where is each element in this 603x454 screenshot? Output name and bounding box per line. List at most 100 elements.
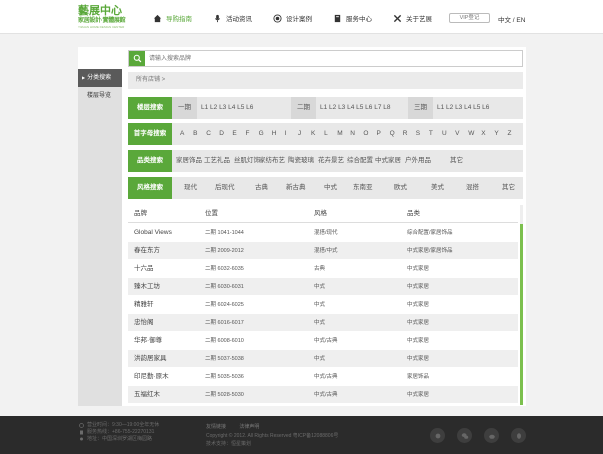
table-row[interactable]: 忠怡阁 二期 6016-6017 中式 中式家居 (128, 314, 518, 332)
letter-option[interactable]: G (259, 123, 264, 145)
nav-item-shopping-guide[interactable]: 导购指南 (153, 11, 192, 25)
table-row[interactable]: 洪韵居家具 二期 5037-5038 中式 中式家居 (128, 350, 518, 368)
letter-option[interactable]: O (363, 123, 368, 145)
category-option[interactable]: 家纺布艺 (259, 150, 285, 172)
column-header-category: 品类 (407, 210, 420, 217)
phase-levels[interactable]: L1 L2 L3 L4 L5 L6 L7 L8 (320, 97, 390, 119)
table-row[interactable]: 臻木工坊 二期 6030-6031 中式 中式家居 (128, 278, 518, 296)
style-option[interactable]: 其它 (502, 177, 515, 199)
letter-option[interactable]: T (429, 123, 433, 145)
letter-option[interactable]: M (337, 123, 342, 145)
letter-option[interactable]: X (481, 123, 485, 145)
letter-option[interactable]: E (232, 123, 236, 145)
style-option[interactable]: 后现代 (215, 177, 235, 199)
cell-brand[interactable]: Global Views (134, 224, 172, 242)
sidebar-item-category-search[interactable]: ▶ 分类搜索 (78, 69, 122, 87)
letter-option[interactable]: L (324, 123, 328, 145)
language-switch[interactable]: 中文 / EN (498, 14, 525, 24)
search-icon[interactable] (129, 51, 145, 66)
cell-brand[interactable]: 五福红木 (134, 386, 160, 404)
category-option[interactable]: 陶瓷玻璃 (288, 150, 314, 172)
category-option[interactable]: 工艺礼品 (204, 150, 230, 172)
site-logo[interactable]: 藝展中心 家居設計·實體展館 YIZHAN HOME DESIGN CENTER (78, 5, 132, 31)
qq-icon[interactable] (511, 428, 526, 443)
scrollbar-thumb[interactable] (520, 224, 523, 405)
vip-register-button[interactable]: VIP登记 (449, 13, 490, 23)
phase-label[interactable]: 三期 (408, 97, 433, 119)
phase-label[interactable]: 一期 (172, 97, 197, 119)
letter-option[interactable]: U (442, 123, 447, 145)
nav-item-about[interactable]: 关于艺展 (393, 11, 432, 25)
phase-levels[interactable]: L1 L2 L3 L4 L5 L6 (437, 97, 489, 119)
style-option[interactable]: 中式 (324, 177, 337, 199)
letter-option[interactable]: B (193, 123, 197, 145)
cell-brand[interactable]: 忠怡阁 (134, 314, 154, 332)
footer-link-friends[interactable]: 友情链接 (206, 424, 226, 430)
style-option[interactable]: 东南亚 (353, 177, 373, 199)
style-option[interactable]: 古典 (255, 177, 268, 199)
letter-option[interactable]: R (403, 123, 408, 145)
microphone-icon (213, 14, 222, 23)
category-option[interactable]: 花卉景艺 (318, 150, 344, 172)
table-row[interactable]: 华邦·御尊 二期 6008-6010 中式/古典 中式家居 (128, 332, 518, 350)
style-option[interactable]: 混搭 (466, 177, 479, 199)
table-row[interactable]: 五福红木 二期 5028-5030 中式/古典 中式家居 (128, 386, 518, 404)
category-option[interactable]: 综合配置 (347, 150, 373, 172)
letter-option[interactable]: F (246, 123, 250, 145)
copyright-text: Copyright © 2012. All Rights Reserved 粤I… (206, 433, 339, 439)
sidebar-item-floor-guide[interactable]: 楼层导览 (78, 87, 122, 105)
chat-icon[interactable] (457, 428, 472, 443)
cell-brand[interactable]: 洪韵居家具 (134, 350, 167, 368)
table-row[interactable]: 精雅轩 二期 6024-6025 中式 中式家居 (128, 296, 518, 314)
table-row[interactable]: 春在东方 二期 2009-2012 混搭/中式 中式家居/家居饰品 (128, 242, 518, 260)
style-option[interactable]: 现代 (184, 177, 197, 199)
category-option[interactable]: 户外用品 (405, 150, 431, 172)
cell-style: 混搭/现代 (314, 230, 338, 236)
style-option[interactable]: 新古典 (286, 177, 306, 199)
nav-item-news[interactable]: 活动资讯 (213, 11, 252, 25)
letter-option[interactable]: S (416, 123, 420, 145)
category-option[interactable]: 其它 (450, 150, 463, 172)
table-row[interactable]: 十六品 二期 6032-6035 古典 中式家居 (128, 260, 518, 278)
wechat-icon[interactable] (430, 428, 445, 443)
letter-option[interactable]: Q (390, 123, 395, 145)
cell-brand[interactable]: 印尼勤·原木 (134, 368, 169, 386)
cell-brand[interactable]: 臻木工坊 (134, 278, 160, 296)
logo-title: 藝展中心 (78, 4, 122, 17)
cell-brand[interactable]: 精雅轩 (134, 296, 154, 314)
cell-brand[interactable]: 春在东方 (134, 242, 160, 260)
letter-option[interactable]: V (455, 123, 459, 145)
cell-brand[interactable]: 华邦·御尊 (134, 332, 162, 350)
letter-option[interactable]: C (206, 123, 211, 145)
letter-option[interactable]: K (311, 123, 315, 145)
phase-levels[interactable]: L1 L2 L3 L4 L5 L6 (201, 97, 253, 119)
nav-item-service[interactable]: 服务中心 (333, 11, 372, 25)
letter-option[interactable]: Y (494, 123, 498, 145)
cell-brand[interactable]: 十六品 (134, 260, 154, 278)
style-option[interactable]: 欧式 (394, 177, 407, 199)
letter-option[interactable]: A (180, 123, 184, 145)
letter-option[interactable]: P (377, 123, 381, 145)
letter-option[interactable]: W (468, 123, 474, 145)
nav-label: 活动资讯 (226, 16, 252, 23)
breadcrumb[interactable]: 所有店铺 > (128, 72, 523, 89)
footer-link-legal[interactable]: 法律声明 (239, 424, 259, 430)
search-input[interactable] (149, 51, 509, 66)
weibo-icon[interactable] (484, 428, 499, 443)
letter-option[interactable]: J (298, 123, 301, 145)
letter-option[interactable]: N (350, 123, 355, 145)
letter-option[interactable]: Z (508, 123, 512, 145)
category-option[interactable]: 家居饰品 (176, 150, 202, 172)
table-row[interactable]: 印尼勤·原木 二期 5035-5036 中式/古典 家居饰品 (128, 368, 518, 386)
table-scrollbar[interactable] (520, 205, 523, 405)
letter-option[interactable]: H (272, 123, 277, 145)
letter-option[interactable]: D (219, 123, 224, 145)
style-option[interactable]: 美式 (431, 177, 444, 199)
category-option[interactable]: 中式家居 (375, 150, 401, 172)
nav-item-design-cases[interactable]: 设计案例 (273, 11, 312, 25)
social-links (430, 428, 538, 443)
table-row[interactable]: Global Views 二期 1041-1044 混搭/现代 综合配置/家居饰品 (128, 224, 518, 242)
letter-option[interactable]: I (285, 123, 287, 145)
category-option[interactable]: 丝肌灯饰 (234, 150, 260, 172)
phase-label[interactable]: 二期 (291, 97, 316, 119)
